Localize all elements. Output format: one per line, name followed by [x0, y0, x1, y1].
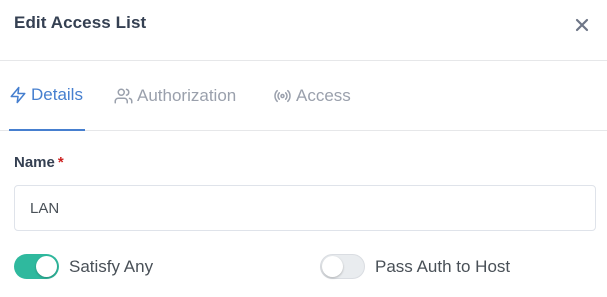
modal-title: Edit Access List — [14, 13, 147, 32]
close-button[interactable] — [570, 13, 594, 37]
tab-access-label: Access — [296, 85, 351, 105]
switch-knob — [322, 256, 343, 277]
users-icon — [114, 87, 133, 105]
name-input[interactable] — [14, 185, 596, 231]
modal-header: Edit Access List — [0, 0, 607, 61]
pass-auth-toggle[interactable]: Pass Auth to Host — [320, 253, 510, 280]
pass-auth-switch[interactable] — [320, 254, 365, 279]
name-field-label: Name * — [14, 154, 64, 171]
satisfy-any-switch[interactable] — [14, 254, 59, 279]
close-icon — [575, 18, 589, 32]
tab-access[interactable]: Access — [273, 61, 351, 130]
tab-authorization-label: Authorization — [137, 85, 237, 105]
pass-auth-label: Pass Auth to Host — [375, 256, 511, 276]
tab-details[interactable]: Details — [9, 61, 85, 131]
tab-details-label: Details — [31, 85, 83, 104]
switch-knob — [36, 256, 57, 277]
tab-authorization[interactable]: Authorization — [114, 61, 236, 130]
name-label-text: Name — [14, 154, 55, 171]
satisfy-any-label: Satisfy Any — [69, 256, 154, 276]
lightning-icon — [9, 86, 27, 104]
broadcast-icon — [273, 87, 292, 105]
tab-bar: Details Authorization Access — [0, 61, 607, 131]
required-marker: * — [57, 154, 64, 171]
edit-access-list-modal: Edit Access List Details Authorization A… — [0, 0, 607, 297]
satisfy-any-toggle[interactable]: Satisfy Any — [14, 253, 153, 280]
